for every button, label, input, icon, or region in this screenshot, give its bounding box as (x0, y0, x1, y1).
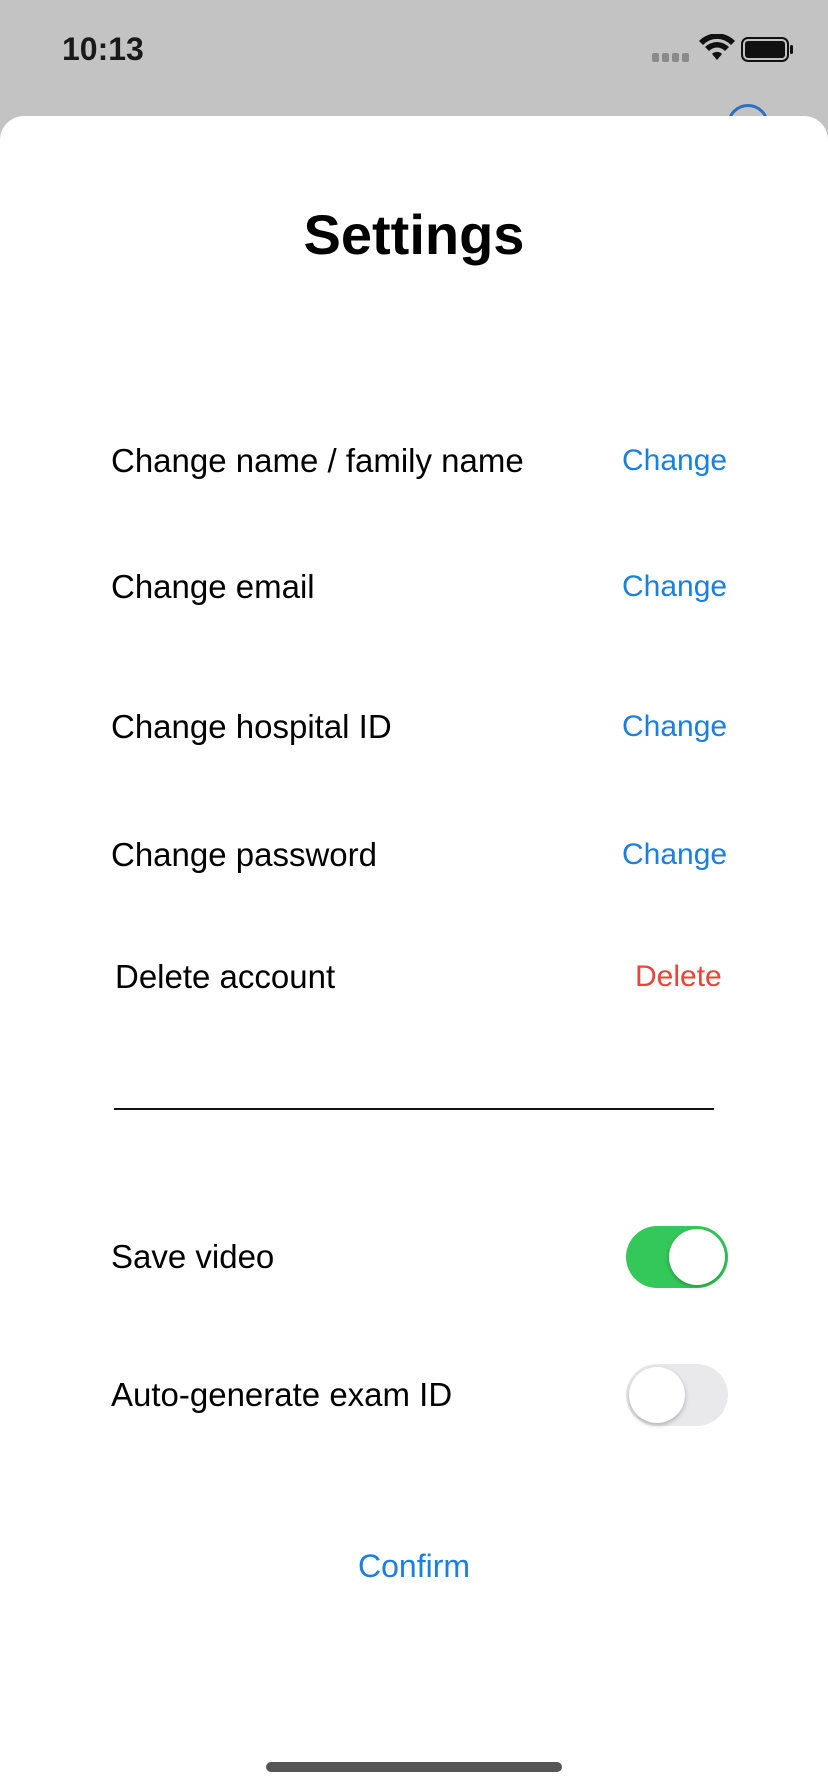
row-label: Change password (111, 836, 377, 873)
row-label: Change email (111, 568, 315, 605)
delete-account-button[interactable]: Delete (635, 960, 722, 994)
divider (114, 1108, 714, 1110)
change-name-button[interactable]: Change (622, 444, 727, 478)
wifi-icon (699, 34, 735, 60)
save-video-toggle[interactable] (626, 1226, 728, 1288)
status-bar: 10:13 (0, 0, 828, 110)
toggle-knob (629, 1367, 685, 1423)
signal-icon (652, 53, 690, 63)
row-label: Change name / family name (111, 442, 524, 479)
home-indicator (266, 1762, 562, 1772)
auto-generate-exam-id-toggle[interactable] (626, 1364, 728, 1426)
change-email-button[interactable]: Change (622, 570, 727, 604)
row-label: Delete account (115, 958, 336, 995)
row-label: Auto-generate exam ID (111, 1376, 453, 1413)
row-label: Change hospital ID (111, 708, 392, 745)
toggle-knob (669, 1229, 725, 1285)
battery-icon (741, 37, 793, 62)
change-password-button[interactable]: Change (622, 838, 727, 872)
confirm-button[interactable]: Confirm (0, 1548, 828, 1585)
settings-sheet (0, 116, 828, 1792)
row-label: Save video (111, 1238, 275, 1275)
status-time: 10:13 (62, 31, 144, 67)
page-title: Settings (303, 203, 525, 266)
change-hospital-id-button[interactable]: Change (622, 710, 727, 744)
